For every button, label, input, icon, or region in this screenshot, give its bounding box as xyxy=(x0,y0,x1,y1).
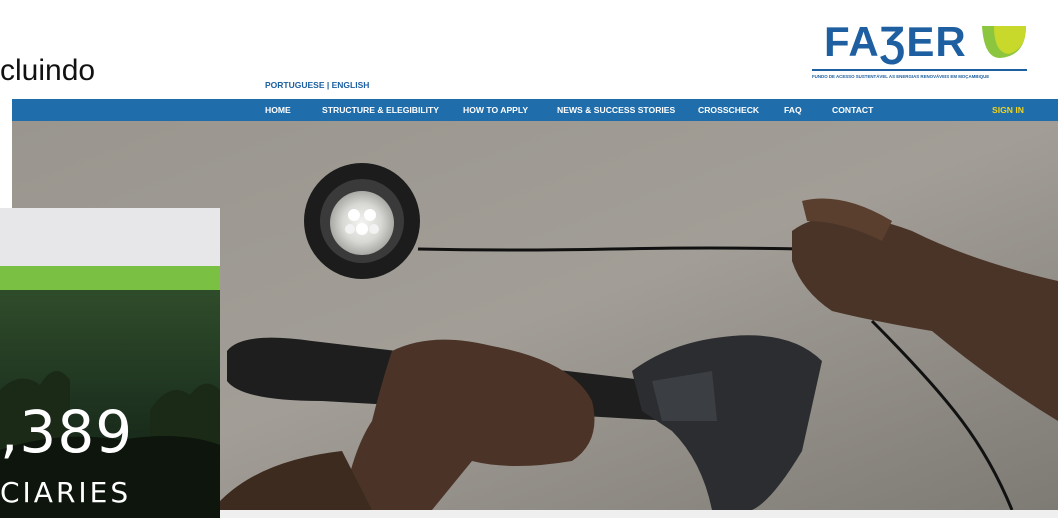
main-nav: HOME STRUCTURE & ELEGIBILITY HOW TO APPL… xyxy=(12,99,1058,121)
nav-item-how-to-apply[interactable]: HOW TO APPLY xyxy=(463,99,528,121)
logo-tagline: FUNDO DE ACESSO SUSTENTÁVEL AS ENERGIAS … xyxy=(812,74,990,79)
nav-item-news[interactable]: NEWS & SUCCESS STORIES xyxy=(557,99,675,121)
stats-card-header xyxy=(0,208,220,266)
logo-divider xyxy=(812,69,1027,71)
stats-card: ,389 CIARIES xyxy=(0,208,220,518)
beneficiary-count: ,389 xyxy=(0,398,134,466)
slide-partial-text: cluindo xyxy=(0,54,96,87)
nav-item-home[interactable]: HOME xyxy=(265,99,291,121)
nav-item-structure[interactable]: STRUCTURE & ELEGIBILITY xyxy=(322,99,439,121)
fazer-logo[interactable]: FAƷER FUNDO DE ACESSO SUSTENTÁVEL AS ENE… xyxy=(812,12,1032,84)
beneficiary-label: CIARIES xyxy=(0,476,132,509)
logo-wordmark: FAƷER xyxy=(824,18,967,65)
nav-item-faq[interactable]: FAQ xyxy=(784,99,802,121)
leaf-icon xyxy=(982,26,1026,58)
nav-item-contact[interactable]: CONTACT xyxy=(832,99,873,121)
language-switcher[interactable]: PORTUGUESE | ENGLISH xyxy=(265,80,369,90)
sign-in-link[interactable]: SIGN IN xyxy=(992,99,1024,121)
nav-item-crosscheck[interactable]: CROSSCHECK xyxy=(698,99,759,121)
stats-card-green-bar xyxy=(0,266,220,290)
